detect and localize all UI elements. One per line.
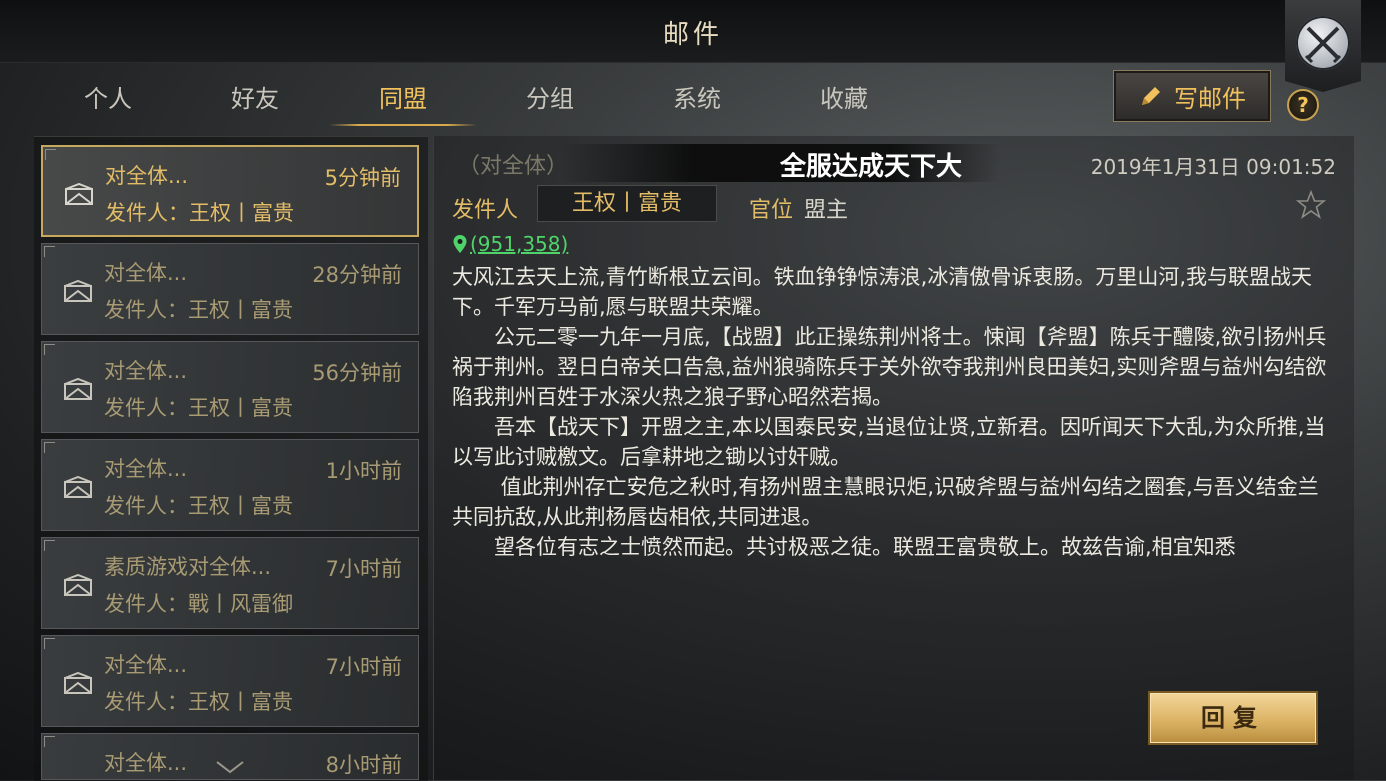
- mail-subject: 对全体...: [104, 457, 188, 481]
- sender-label: 发件人: [452, 198, 519, 223]
- rank-label: 官位: [749, 198, 794, 223]
- envelope-icon: [64, 378, 92, 400]
- mail-subject: 对全体...: [105, 164, 189, 188]
- sender-name[interactable]: 王权丨富贵: [537, 185, 717, 222]
- body-paragraph: 大风江去天上流,青竹断根立云间。铁血铮铮惊涛浪,冰清傲骨诉衷肠。万里山河,我与联…: [452, 265, 1313, 319]
- tab-system[interactable]: 系统: [623, 80, 771, 126]
- chevron-down-icon[interactable]: [215, 760, 245, 774]
- write-mail-button[interactable]: 写邮件: [1113, 70, 1271, 122]
- mail-time: 1小时前: [325, 459, 402, 483]
- mail-item[interactable]: 对全体... 7小时前 发件人：王权丨富贵: [41, 635, 419, 727]
- mail-subject: 对全体...: [104, 261, 188, 285]
- help-icon[interactable]: ?: [1287, 89, 1319, 121]
- pencil-icon: [1142, 87, 1160, 105]
- crossed-swords-icon: [1296, 16, 1350, 70]
- tab-personal[interactable]: 个人: [34, 80, 182, 126]
- page-title: 邮件: [662, 20, 723, 50]
- tab-favorites[interactable]: 收藏: [770, 80, 918, 126]
- mail-subject: 对全体...: [104, 653, 188, 677]
- envelope-icon: [64, 672, 92, 694]
- mail-time: 8小时前: [325, 753, 402, 777]
- body-paragraph: 吾本【战天下】开盟之主,本以国泰民安,当退位让贤,立新君。因听闻天下大乱,为众所…: [452, 415, 1326, 469]
- envelope-icon: [64, 280, 92, 302]
- mail-item[interactable]: 对全体... 1小时前 发件人：王权丨富贵: [41, 439, 419, 531]
- body-paragraph: 公元二零一九年一月底,【战盟】此正操练荆州将士。悚闻【斧盟】陈兵于醴陵,欲引扬州…: [452, 325, 1327, 409]
- mail-subject: 对全体...: [104, 359, 188, 383]
- mail-time: 7小时前: [325, 655, 402, 679]
- location-link[interactable]: (951,358): [452, 232, 568, 256]
- mail-subject: 对全体...: [104, 751, 188, 775]
- envelope-icon: [64, 574, 92, 596]
- mail-time: 5分钟前: [324, 166, 401, 190]
- mail-headline: 全服达成天下大: [780, 152, 963, 182]
- mail-sender: 发件人：王权丨富贵: [104, 494, 293, 518]
- reply-button[interactable]: 回复: [1148, 691, 1318, 745]
- envelope-icon: [64, 476, 92, 498]
- mail-item[interactable]: 对全体... 28分钟前 发件人：王权丨富贵: [41, 243, 419, 335]
- mail-date: 2019年1月31日 09:01:52: [1090, 155, 1336, 179]
- rank-value: 盟主: [804, 198, 849, 223]
- mail-time: 7小时前: [325, 557, 402, 581]
- mail-body: 大风江去天上流,青竹断根立云间。铁血铮铮惊涛浪,冰清傲骨诉衷肠。万里山河,我与联…: [452, 262, 1332, 562]
- mail-sender: 发件人：王权丨富贵: [104, 396, 293, 420]
- title-bar: 邮件: [0, 0, 1386, 63]
- mail-sender: 发件人：王权丨富贵: [104, 690, 293, 714]
- mail-subject: 素质游戏对全体...: [104, 555, 272, 579]
- mail-sender: 发件人：王权丨富贵: [105, 201, 294, 225]
- mail-item[interactable]: 对全体... 56分钟前 发件人：王权丨富贵: [41, 341, 419, 433]
- body-paragraph: 值此荆州存亡安危之秋时,有扬州盟主慧眼识炬,识破斧盟与益州勾结之圈套,与吾义结金…: [452, 475, 1319, 529]
- tab-friends[interactable]: 好友: [181, 80, 329, 126]
- mail-item[interactable]: 对全体... 5分钟前 发件人：王权丨富贵: [41, 145, 419, 237]
- tab-alliance[interactable]: 同盟: [329, 80, 477, 126]
- body-paragraph: 望各位有志之士愤然而起。共讨极恶之徒。联盟王富贵敬上。故兹告谕,相宜知悉: [452, 535, 1236, 559]
- mail-sender: 发件人：戰丨风雷御: [104, 592, 293, 616]
- close-button[interactable]: [1285, 0, 1361, 92]
- mail-item[interactable]: 素质游戏对全体... 7小时前 发件人：戰丨风雷御: [41, 537, 419, 629]
- mail-time: 56分钟前: [312, 361, 402, 385]
- location-coords: (951,358): [470, 232, 569, 256]
- mail-sender: 发件人：王权丨富贵: [104, 298, 293, 322]
- write-mail-label: 写邮件: [1174, 84, 1246, 113]
- recipient-tag: （对全体）: [458, 154, 569, 179]
- tab-group[interactable]: 分组: [476, 80, 624, 126]
- envelope-icon: [65, 183, 93, 205]
- star-icon[interactable]: [1296, 190, 1326, 220]
- mail-time: 28分钟前: [312, 263, 402, 287]
- map-pin-icon: [453, 235, 467, 253]
